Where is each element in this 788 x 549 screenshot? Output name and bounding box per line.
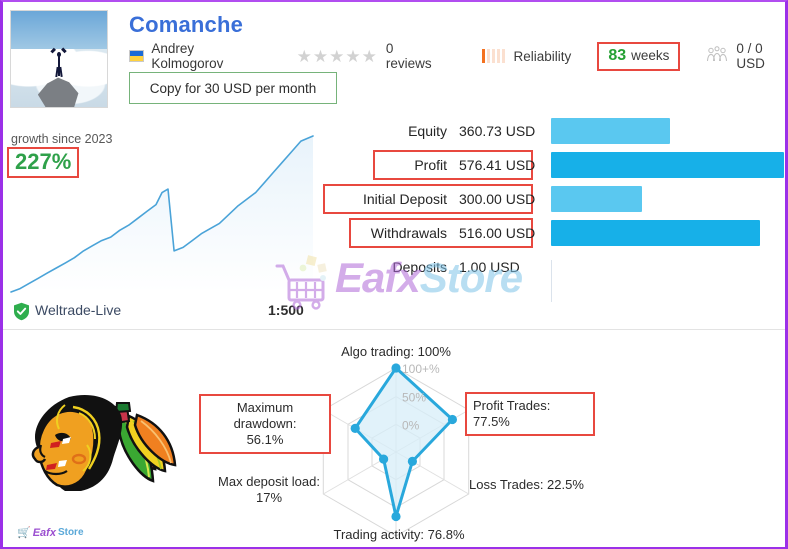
stat-value: 360.73 USD [459,123,536,139]
stat-bar [551,220,761,246]
svg-text:0%: 0% [402,418,420,432]
growth-percent-badge: 227% [7,147,80,178]
stat-bar [551,186,642,212]
broker-name: Weltrade-Live [35,302,122,318]
stat-value: 300.00 USD [459,191,536,207]
star-icon: ★ [329,46,345,66]
radar-label-trading-activity: Trading activity: 76.8% [333,527,465,542]
stat-value: 1.00 USD [459,259,520,275]
stat-bar [551,118,670,144]
rating-stars[interactable]: ★ ★ ★ ★ ★ [297,48,378,65]
stat-value: 576.41 USD [459,157,536,173]
radar-label-loss-trades: Loss Trades: 22.5% [469,477,584,492]
verified-shield-icon [13,302,30,326]
stat-row: Deposits 1.00 USD [355,250,785,284]
bar-axis-line [551,260,552,302]
copy-button-label: Copy for 30 USD per month [149,80,317,96]
reliability-bars-icon [481,49,507,63]
mountain-summit-avatar [10,10,108,108]
weeks-unit: weeks [631,47,670,63]
header: Comanche Andrey Kolmogorov ★ ★ ★ ★ ★ 0 r… [3,2,785,114]
reliability-label: Reliability [513,48,572,64]
stat-label: Profit [414,157,447,173]
corner-watermark-text-a: Eafx [32,526,56,539]
subscribers-icon [706,45,728,67]
star-icon: ★ [345,46,361,66]
star-icon: ★ [296,46,312,66]
weeks-badge: 83 weeks [597,41,681,71]
radar-label-max-deposit-load: Max deposit load: 17% [218,474,320,505]
stat-label: Deposits [392,259,447,275]
star-icon: ★ [361,46,377,66]
author-name: Andrey Kolmogorov [151,41,224,71]
stat-label: Equity [408,123,447,139]
shopping-cart-icon: 🛒 [17,527,31,539]
section-divider [3,329,785,330]
profile-card: Comanche Andrey Kolmogorov ★ ★ ★ ★ ★ 0 r… [0,0,788,549]
reviews-count: 0 reviews [385,41,432,71]
star-icon: ★ [312,46,329,66]
logo-panel [3,332,203,547]
growth-chart-panel: growth since 2023 227% [3,114,343,324]
growth-caption: growth since 2023 [11,132,113,146]
stat-label: Withdrawals [370,225,447,241]
stat-bar [551,152,784,178]
account-statistics: Equity 360.73 USD Profit 576.41 USD Initial … [323,114,785,304]
stat-row: Profit 576.41 USD [355,148,785,182]
page-title: Comanche [129,12,244,37]
reliability-indicator: Reliability [481,48,572,64]
subscribers-indicator: 0 / 0 USD [706,41,785,71]
copy-subscription-button[interactable]: Copy for 30 USD per month [129,72,337,104]
subscribers-value: 0 / 0 USD [736,41,765,71]
weeks-number: 83 [608,46,627,64]
svg-text:100+%: 100+% [402,362,440,376]
stat-row: Equity 360.73 USD [355,114,785,148]
broker-row: Weltrade-Live 1:500 [3,299,343,325]
radar-label-maximum-drawdown: Maximum drawdown: 56.1% [199,394,331,454]
blackhawks-head-logo [31,395,177,491]
stat-label: Initial Deposit [362,191,447,207]
ukraine-flag-icon [129,50,145,62]
radar-chart-panel: 100+% 50% 0% Algo trading: 100% Profit Tra… [199,332,623,547]
corner-watermark-text-b: Store [57,527,84,538]
meta-row: Andrey Kolmogorov ★ ★ ★ ★ ★ 0 reviews Re… [129,41,785,71]
stat-row: Initial Deposit 300.00 USD [323,182,785,216]
leverage-value: 1:500 [268,302,304,318]
stat-row: Withdrawals 516.00 USD [349,216,785,250]
radar-label-profit-trades: Profit Trades: 77.5% [465,392,595,436]
radar-label-algo-trading: Algo trading: 100% [341,344,451,359]
corner-watermark: 🛒 Eafx Store [17,526,84,540]
growth-percent: 227% [15,149,72,174]
svg-text:50%: 50% [402,391,426,405]
stat-value: 516.00 USD [459,225,536,241]
